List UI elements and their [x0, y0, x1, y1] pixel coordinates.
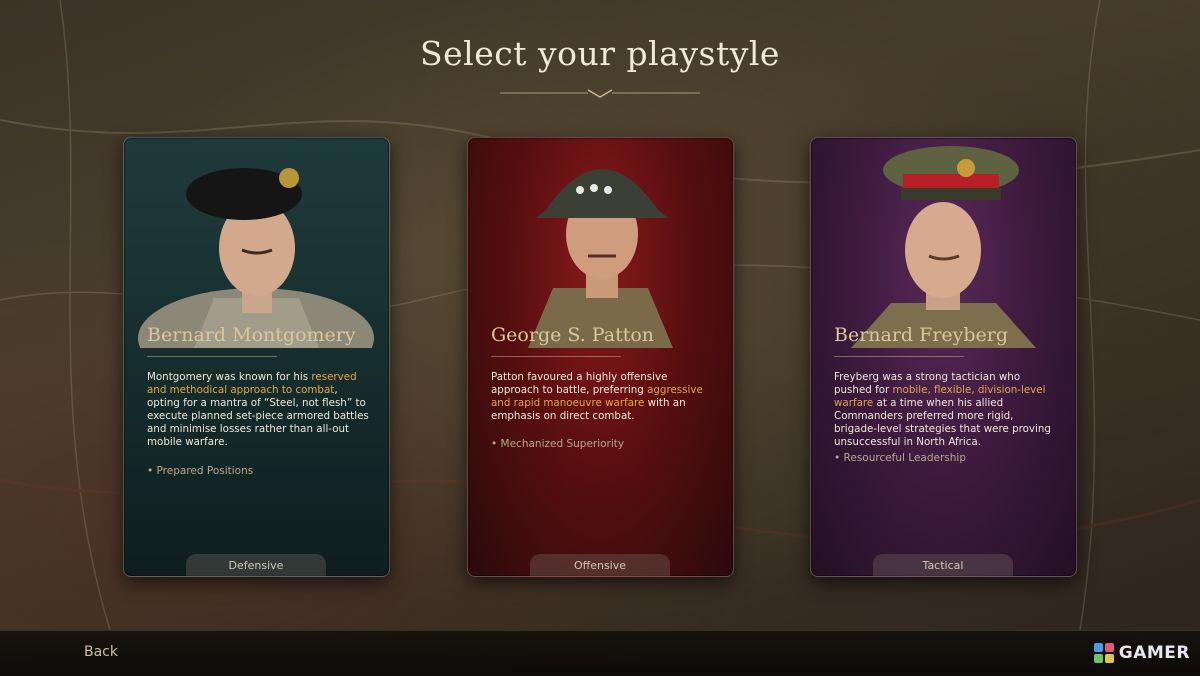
gamer-logo-icon — [1093, 643, 1114, 663]
trait-label: • Resourceful Leadership — [834, 452, 966, 464]
gamer-text: GAMER — [1118, 643, 1190, 663]
patton-portrait — [528, 169, 673, 348]
trait-label: • Prepared Positions — [147, 465, 254, 477]
playstyle-tab-tactical: Tactical — [873, 554, 1013, 576]
trait-label: • Mechanized Superiority — [491, 438, 625, 450]
back-button[interactable]: Back — [84, 644, 118, 660]
playstyle-card-montgomery[interactable]: Bernard Montgomery Montgomery was known … — [123, 137, 390, 577]
commander-description: Patton favoured a highly offensive appro… — [491, 371, 716, 423]
commander-description: Freyberg was a strong tactician who push… — [834, 371, 1059, 449]
gamer-watermark: GAMER — [1093, 641, 1190, 665]
commander-description: Montgomery was known for his reserved an… — [147, 371, 372, 449]
commander-name: George S. Patton — [491, 324, 655, 346]
page-title: Select your playstyle — [420, 34, 780, 73]
desc-text: Montgomery was known for his — [147, 371, 312, 383]
desc-text: Patton favoured a highly offensive appro… — [491, 371, 668, 396]
title-ornament — [500, 89, 700, 98]
playstyle-tab-offensive: Offensive — [530, 554, 670, 576]
name-divider — [491, 356, 621, 357]
freyberg-portrait — [851, 146, 1036, 348]
playstyle-card-patton[interactable]: George S. Patton Patton favoured a highl… — [467, 137, 734, 577]
montgomery-portrait — [138, 168, 374, 348]
playstyle-card-freyberg[interactable]: Bernard Freyberg Freyberg was a strong t… — [810, 137, 1077, 577]
name-divider — [834, 356, 964, 357]
bottom-bar: Back GAMER — [0, 630, 1200, 676]
commander-name: Bernard Freyberg — [834, 324, 1009, 346]
playstyle-tab-defensive: Defensive — [186, 554, 326, 576]
commander-name: Bernard Montgomery — [147, 324, 356, 346]
name-divider — [147, 356, 277, 357]
